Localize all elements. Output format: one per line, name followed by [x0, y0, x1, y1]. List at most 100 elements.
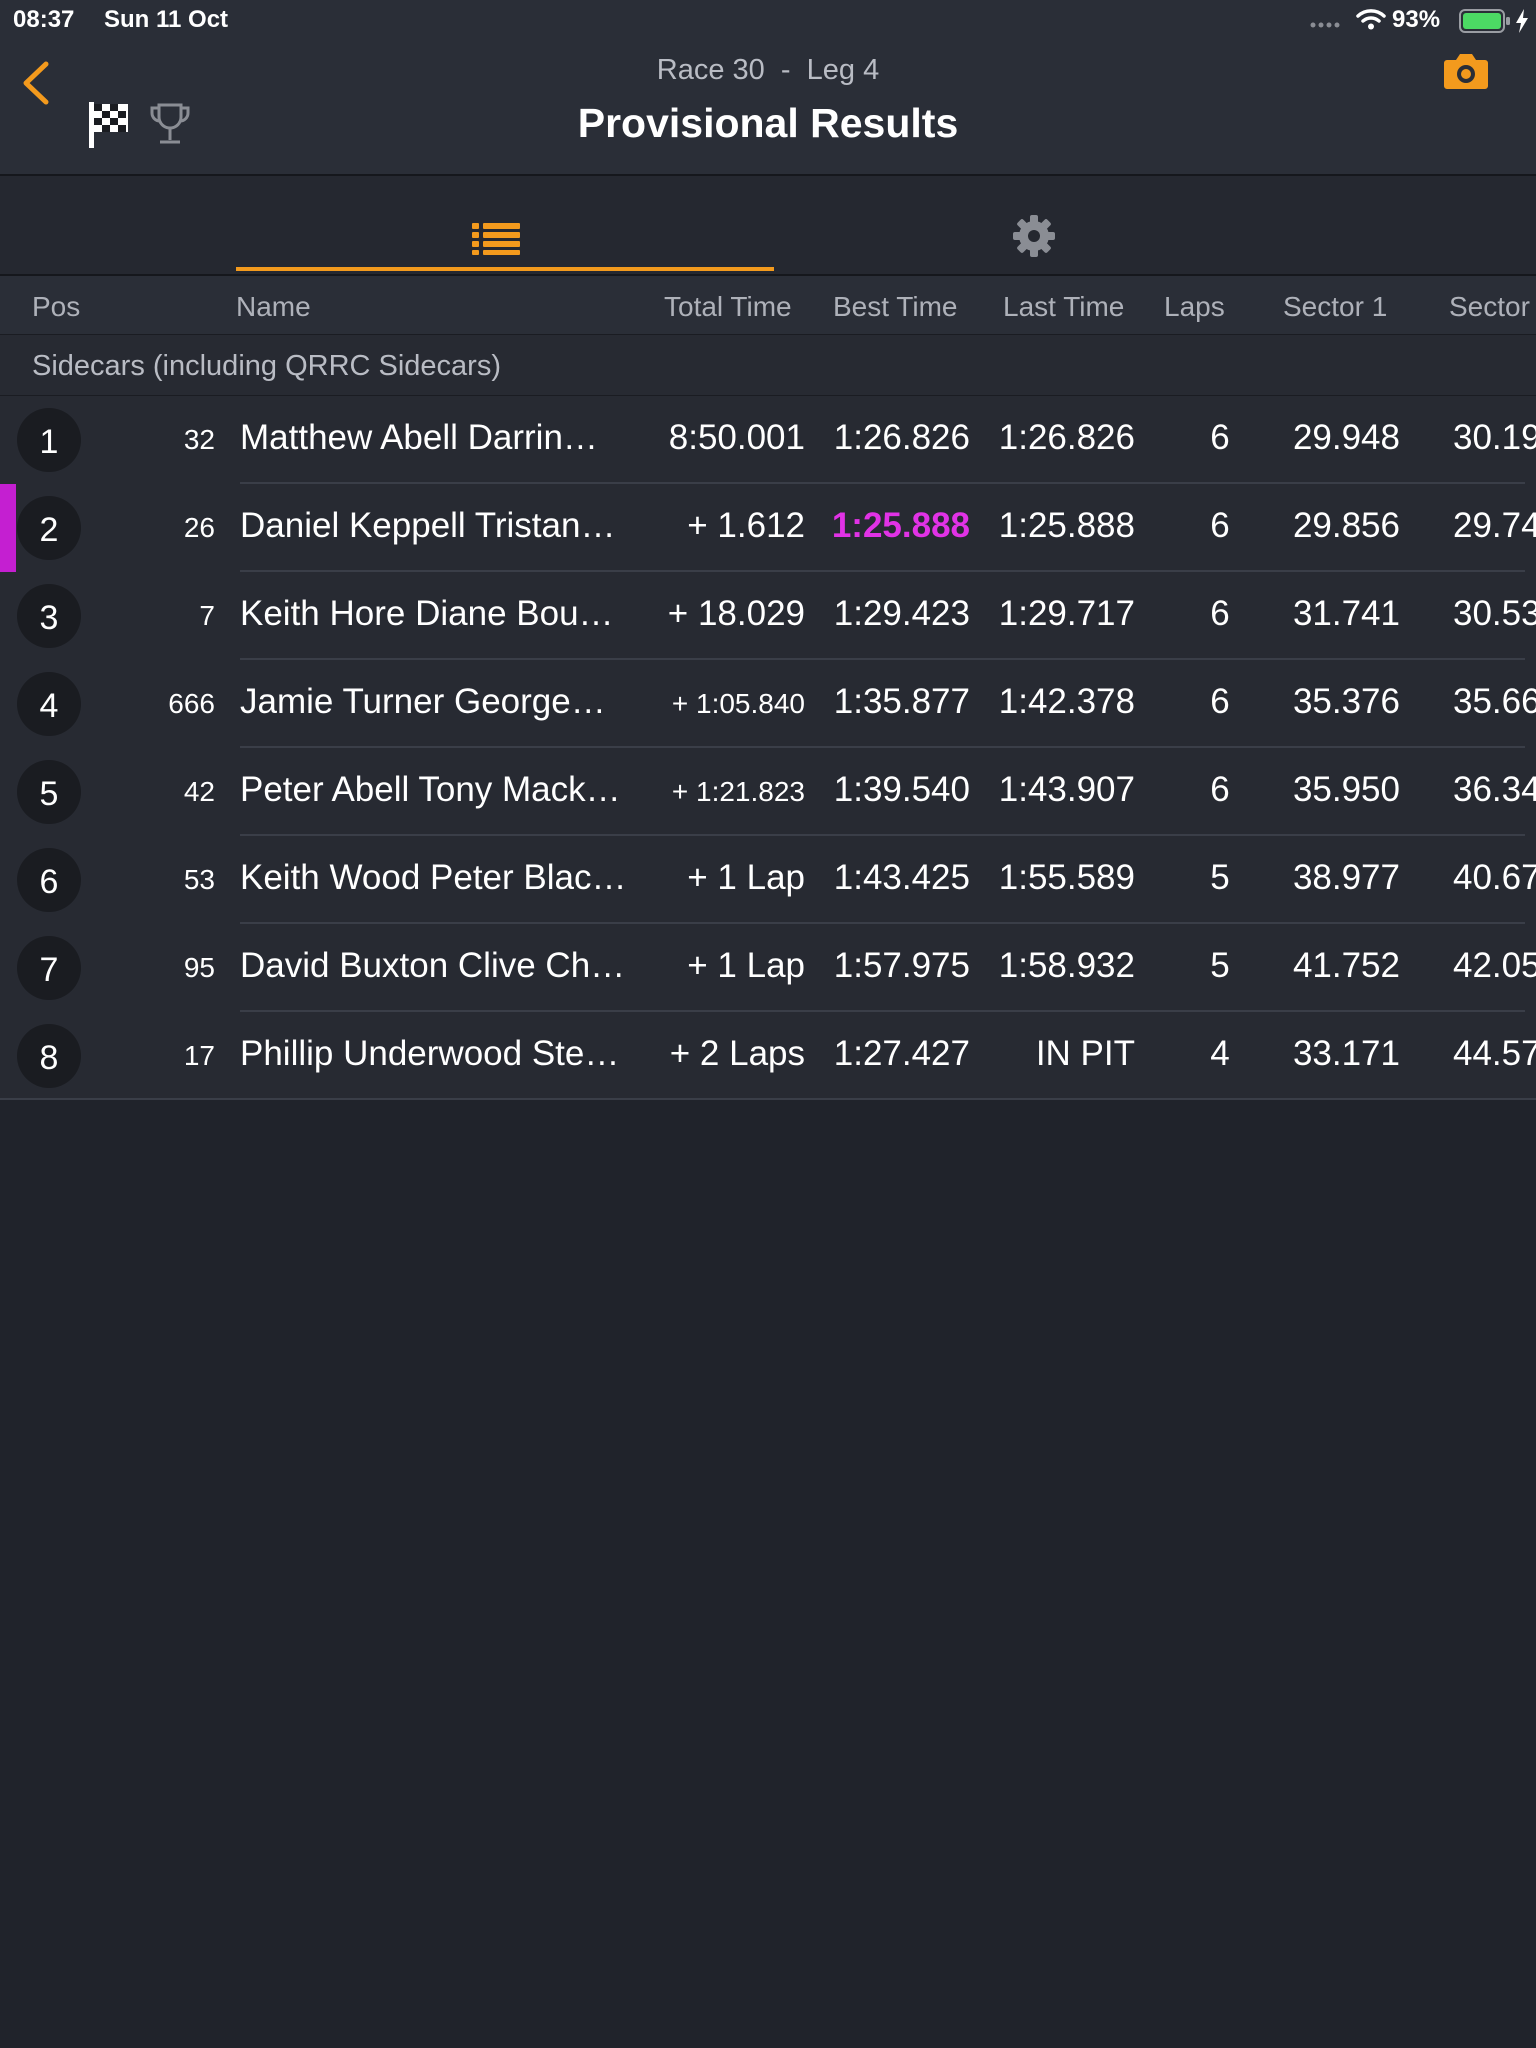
position-badge: 4 — [17, 672, 81, 736]
laps: 6 — [1210, 594, 1230, 633]
table-row[interactable]: 3 7 Keith Hore Diane Bou… + 18.029 1:29.… — [0, 572, 1536, 660]
page-title: Provisional Results — [577, 100, 959, 146]
column-header-best-time[interactable]: Best Time — [833, 291, 957, 323]
last-time: 1:43.907 — [998, 770, 1135, 809]
position-number: 7 — [39, 951, 59, 989]
table-row[interactable]: 4 666 Jamie Turner George… + 1:05.840 1:… — [0, 660, 1536, 748]
sector-1: 33.171 — [1292, 1034, 1400, 1073]
best-time: 1:29.423 — [833, 594, 970, 633]
position-number: 2 — [39, 511, 59, 549]
competitor-number: 95 — [183, 952, 215, 983]
sector-2: 29.74 — [1453, 506, 1536, 545]
table-row[interactable]: 7 95 David Buxton Clive Ch… + 1 Lap 1:57… — [0, 924, 1536, 1012]
sector-2: 40.67 — [1453, 858, 1536, 897]
position-badge: 6 — [17, 848, 81, 912]
sector-2: 36.34 — [1453, 770, 1536, 809]
best-time: 1:57.975 — [833, 946, 970, 985]
table-row[interactable]: 5 42 Peter Abell Tony Mack… + 1:21.823 1… — [0, 748, 1536, 836]
sector-1: 35.376 — [1292, 682, 1400, 721]
table-row[interactable]: 1 32 Matthew Abell Darrin… 8:50.001 1:26… — [0, 396, 1536, 484]
position-number: 4 — [39, 687, 59, 725]
column-header-sector-2[interactable]: Sector — [1449, 291, 1530, 323]
competitor-number: 26 — [183, 512, 215, 543]
best-time: 1:26.826 — [833, 418, 970, 457]
sector-1: 29.948 — [1292, 418, 1400, 457]
navigation-header — [0, 0, 1536, 175]
position-badge: 1 — [17, 408, 81, 472]
total-time: + 1.612 — [687, 506, 805, 545]
position-number: 8 — [39, 1039, 59, 1077]
competitor-number: 7 — [199, 600, 215, 631]
class-group-label: Sidecars (including QRRC Sidecars) — [32, 350, 501, 382]
sector-1: 31.741 — [1292, 594, 1400, 633]
total-time: + 1 Lap — [687, 858, 805, 897]
best-time: 1:27.427 — [833, 1034, 970, 1073]
column-header-last-time[interactable]: Last Time — [1003, 291, 1124, 323]
position-badge: 8 — [17, 1024, 81, 1088]
competitor-number: 53 — [183, 864, 215, 895]
total-time: + 1:21.823 — [671, 776, 805, 807]
total-time: 8:50.001 — [668, 418, 805, 457]
position-number: 6 — [39, 863, 59, 901]
competitor-number: 32 — [183, 424, 215, 455]
sector-1: 38.977 — [1292, 858, 1400, 897]
sector-1: 35.950 — [1292, 770, 1400, 809]
total-time: + 18.029 — [667, 594, 805, 633]
last-time: 1:55.589 — [998, 858, 1135, 897]
position-badge: 2 — [17, 496, 81, 560]
tab-list[interactable] — [236, 176, 774, 271]
status-date: Sun 11 Oct — [104, 6, 229, 33]
position-badge: 5 — [17, 760, 81, 824]
position-number: 3 — [39, 599, 59, 637]
sector-2: 42.05 — [1453, 946, 1536, 985]
column-header-row: Pos Name Total Time Best Time Last Time … — [0, 276, 1536, 335]
position-badge: 3 — [17, 584, 81, 648]
wifi-icon — [1356, 9, 1386, 30]
laps: 6 — [1210, 770, 1230, 809]
sector-2: 30.53 — [1453, 594, 1536, 633]
laps: 6 — [1210, 682, 1230, 721]
best-time: 1:43.425 — [833, 858, 970, 897]
position-number: 1 — [39, 423, 59, 461]
last-time-in-pit: IN PIT — [1035, 1034, 1135, 1073]
sector-1: 29.856 — [1292, 506, 1400, 545]
position-number: 5 — [39, 775, 59, 813]
column-header-pos[interactable]: Pos — [32, 291, 80, 323]
table-row[interactable]: 8 17 Phillip Underwood Ste… + 2 Laps 1:2… — [0, 1012, 1536, 1100]
sector-2: 44.57 — [1453, 1034, 1536, 1073]
laps: 5 — [1210, 946, 1230, 985]
competitor-number: 17 — [183, 1040, 215, 1071]
table-row[interactable]: 6 53 Keith Wood Peter Blac… + 1 Lap 1:43… — [0, 836, 1536, 924]
gear-icon — [1013, 215, 1055, 257]
laps: 4 — [1210, 1034, 1230, 1073]
row-divider — [0, 1098, 1536, 1100]
competitor-number: 42 — [183, 776, 215, 807]
total-time: + 2 Laps — [669, 1034, 805, 1073]
laps: 6 — [1210, 506, 1230, 545]
sector-2: 30.19 — [1453, 418, 1536, 457]
status-time: 08:37 — [13, 6, 75, 33]
sector-2: 35.66 — [1453, 682, 1536, 721]
last-time: 1:25.888 — [998, 506, 1135, 545]
race-subtitle: Race 30 - Leg 4 — [656, 54, 880, 86]
column-header-sector-1[interactable]: Sector 1 — [1283, 291, 1387, 323]
tab-settings[interactable] — [774, 176, 1312, 271]
camera-icon[interactable] — [1443, 52, 1489, 90]
laps: 5 — [1210, 858, 1230, 897]
total-time: + 1:05.840 — [671, 688, 805, 719]
signal-dots-icon — [1310, 22, 1340, 28]
list-icon — [472, 223, 520, 255]
best-time-fastest: 1:25.888 — [831, 506, 970, 545]
column-header-name[interactable]: Name — [236, 291, 311, 323]
competitor-number: 666 — [168, 688, 215, 719]
total-time: + 1 Lap — [687, 946, 805, 985]
column-header-laps[interactable]: Laps — [1164, 291, 1225, 323]
laps: 6 — [1210, 418, 1230, 457]
battery-icon — [1459, 9, 1510, 33]
battery-percent: 93% — [1392, 6, 1441, 33]
selected-tab-indicator — [236, 267, 774, 271]
sector-1: 41.752 — [1292, 946, 1400, 985]
last-time: 1:29.717 — [998, 594, 1135, 633]
table-row[interactable]: 2 26 Daniel Keppell Tristan… + 1.612 1:2… — [0, 484, 1536, 572]
column-header-total-time[interactable]: Total Time — [664, 291, 792, 323]
